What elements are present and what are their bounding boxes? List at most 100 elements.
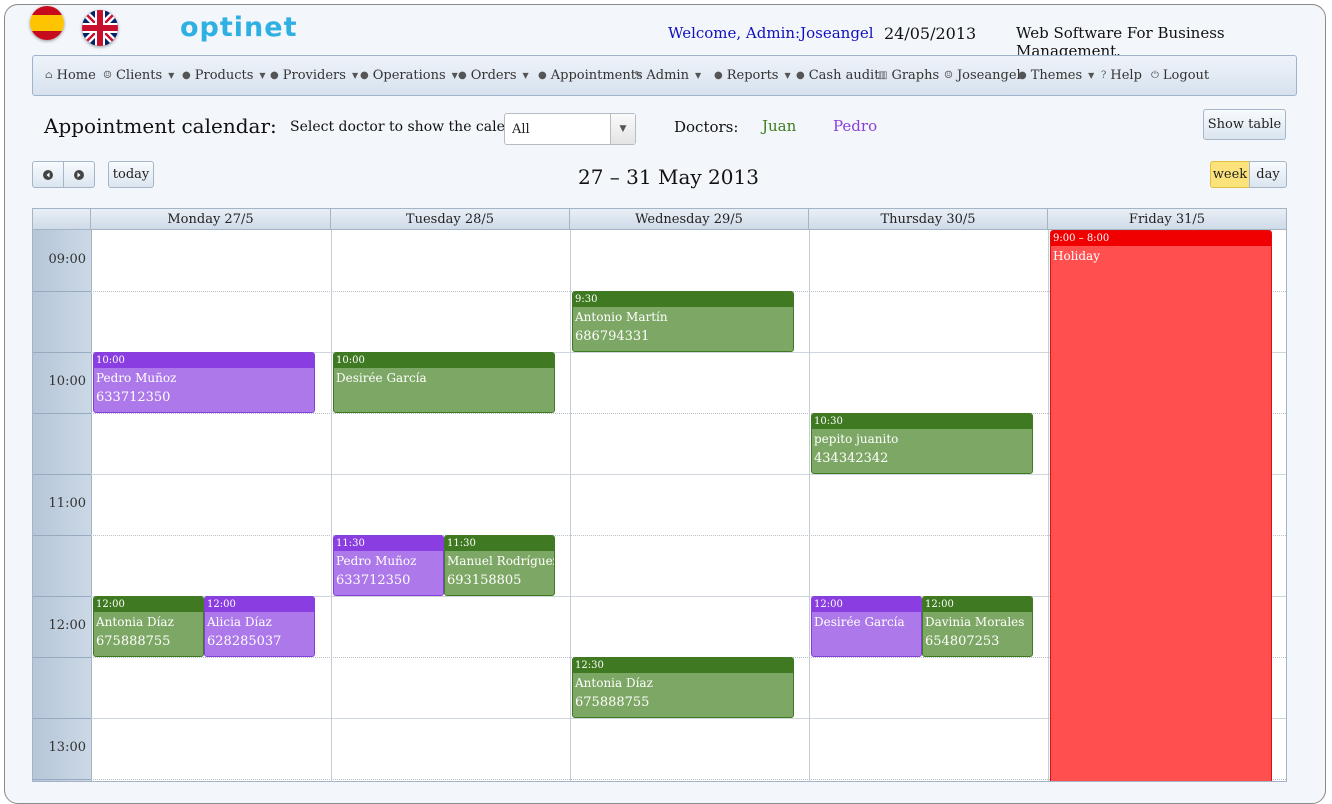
spanish-flag-icon[interactable] [30,6,64,40]
event-time: 12:00 [94,597,203,612]
user-icon: ☺ [103,70,112,81]
power-icon: ⏻ [1151,70,1159,81]
event-time: 9:30 [573,292,793,307]
holiday-event[interactable]: 9:00 – 8:00 Holiday [1050,230,1272,781]
event-time: 10:00 [334,353,554,368]
time-slot-divider [33,352,91,353]
user-icon: ☺ [944,70,953,81]
day-header: Monday 27/5 [91,209,331,230]
appointment-event[interactable]: 12:00 Alicia Díaz 628285037 [204,596,315,657]
appointment-event[interactable]: 12:30 Antonia Díaz 675888755 [572,657,794,718]
appointment-event[interactable]: 12:00 Davinia Morales 654807253 [922,596,1033,657]
bullet-icon: ● [458,70,467,81]
doctor-select-value: All [512,122,530,137]
time-label: 11:00 [48,496,86,511]
event-patient-name: Holiday [1053,249,1100,263]
time-slot-divider [33,779,91,780]
chevron-down-icon: ▼ [784,71,791,80]
prev-week-button[interactable] [32,161,64,188]
appointment-event[interactable]: 12:00 Antonia Díaz 675888755 [93,596,204,657]
event-patient-name: Antonio Martín [575,310,668,324]
nav-clients[interactable]: ☺ Clients ▼ [103,68,174,83]
event-time: 10:00 [94,353,314,368]
wrench-icon: ✎ [634,70,643,81]
main-navbar: ⌂ Home ☺ Clients ▼ ● Products ▼ ● Providers ▼ ● Oper… [32,55,1297,96]
next-week-button[interactable] [63,161,95,188]
nav-graphs[interactable]: ▥ Graphs [878,68,939,83]
chevron-down-icon: ▼ [351,71,359,80]
event-patient-name: Pedro Muñoz [96,371,177,385]
corner-header [33,209,91,230]
doctor-select[interactable]: All ▼ [504,113,636,145]
doctor-pedro[interactable]: Pedro [833,117,877,135]
doctor-juan[interactable]: Juan [762,117,796,135]
nav-help[interactable]: ? Help [1101,68,1142,83]
uk-flag-icon[interactable] [82,10,118,46]
appointment-event[interactable]: 9:30 Antonio Martín 686794331 [572,291,794,352]
appointment-event[interactable]: 11:30 Pedro Muñoz 633712350 [333,535,444,596]
chevron-down-icon: ▼ [168,71,175,80]
appointment-event[interactable]: 11:30 Manuel Rodríguez 693158805 [444,535,555,596]
nav-label: Appointments [550,68,643,83]
time-slot-divider [33,535,91,536]
nav-appointments[interactable]: ● Appointments [538,68,643,83]
nav-operations[interactable]: ● Operations ▼ [360,68,458,83]
event-time: 12:30 [573,658,793,673]
nav-label: Clients [115,68,163,83]
nav-products[interactable]: ● Products ▼ [182,68,266,83]
event-patient-name: Pedro Muñoz [336,554,417,568]
nav-label: Graphs [891,68,940,83]
time-label: 10:00 [48,374,86,389]
time-slot-divider [33,413,91,414]
event-phone: 654807253 [925,634,1000,649]
week-view-button[interactable]: week [1210,161,1250,188]
show-table-button[interactable]: Show table [1203,109,1286,140]
date-range-title: 27 – 31 May 2013 [578,165,759,189]
day-header: Thursday 30/5 [809,209,1048,230]
chevron-down-icon: ▼ [1088,71,1095,80]
nav-orders[interactable]: ● Orders ▼ [458,68,529,83]
today-button[interactable]: today [108,161,154,188]
nav-label: Cash audit [808,68,880,83]
chevron-down-icon: ▼ [259,71,266,80]
event-time: 12:00 [812,597,921,612]
bullet-icon: ● [270,70,279,81]
appointment-event[interactable]: 10:00 Desirée García [333,352,555,413]
optinet-logo[interactable]: optinet [180,12,297,43]
event-time: 10:30 [812,414,1032,429]
nav-reports[interactable]: ● Reports ▼ [714,68,791,83]
event-phone: 633712350 [336,573,411,588]
nav-label: Operations [372,68,446,83]
day-view-button[interactable]: day [1249,161,1287,188]
event-patient-name: pepito juanito [814,432,899,446]
home-icon: ⌂ [45,70,53,81]
nav-themes[interactable]: ● Themes ▼ [1018,68,1094,83]
nav-home[interactable]: ⌂ Home [45,68,96,83]
day-divider [331,230,332,781]
bullet-icon: ● [796,70,805,81]
appointment-event[interactable]: 10:00 Pedro Muñoz 633712350 [93,352,315,413]
time-slot-divider [33,657,91,658]
chevron-down-icon[interactable]: ▼ [610,114,635,144]
nav-label: Help [1110,68,1142,83]
nav-label: Home [56,68,96,83]
nav-label: Reports [726,68,779,83]
time-slot-divider [33,596,91,597]
event-patient-name: Antonia Díaz [575,676,653,690]
nav-logout[interactable]: ⏻ Logout [1151,68,1209,83]
nav-label: Logout [1162,68,1210,83]
nav-providers[interactable]: ● Providers ▼ [270,68,358,83]
appointment-event[interactable]: 10:30 pepito juanito 434342342 [811,413,1033,474]
nav-admin[interactable]: ✎ Admin ▼ [634,68,701,83]
event-time: 11:30 [445,536,554,551]
nav-joseangel[interactable]: ☺ Joseangel [944,68,1021,83]
chevron-down-icon: ▼ [522,71,529,80]
day-header: Friday 31/5 [1048,209,1286,230]
arrow-left-icon [43,170,53,180]
nav-label: Products [194,68,254,83]
event-time: 12:00 [205,597,314,612]
chevron-down-icon: ▼ [694,71,702,80]
nav-cash-audit[interactable]: ● Cash audit [796,68,879,83]
bullet-icon: ● [1018,70,1027,81]
appointment-event[interactable]: 12:00 Desirée García [811,596,922,657]
